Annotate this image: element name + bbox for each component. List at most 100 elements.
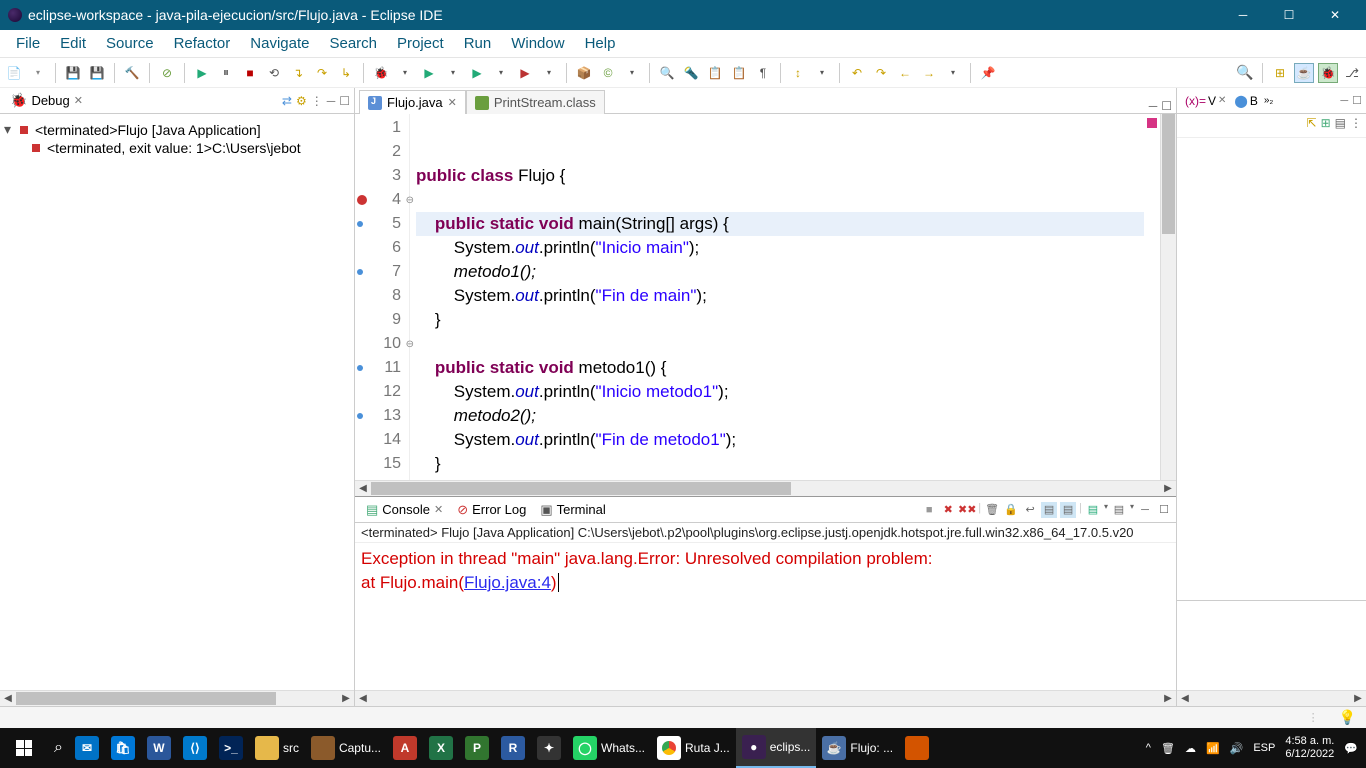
tray-lang[interactable]: ESP xyxy=(1253,742,1275,754)
scroll-lock-icon[interactable]: 🔒 xyxy=(1003,502,1019,518)
taskbar-vscode[interactable]: ⟨⟩ xyxy=(177,728,213,768)
menu-refactor[interactable]: Refactor xyxy=(164,31,241,56)
remove-launch-icon[interactable]: ✖ xyxy=(940,502,956,518)
close-icon[interactable]: ✕ xyxy=(448,96,457,109)
view-action-icon[interactable]: ⇄ xyxy=(282,94,292,108)
minimize-button[interactable]: ─ xyxy=(1220,0,1266,30)
new-package-icon[interactable]: 📦 xyxy=(574,63,594,83)
task-icon[interactable]: 📋 xyxy=(729,63,749,83)
menu-search[interactable]: Search xyxy=(319,31,387,56)
view-minimize-icon[interactable]: ─ xyxy=(327,94,336,108)
menu-help[interactable]: Help xyxy=(575,31,626,56)
tab-terminal[interactable]: ▣Terminal xyxy=(533,499,612,521)
git-perspective-icon[interactable]: ⎇ xyxy=(1342,63,1362,83)
close-button[interactable]: ✕ xyxy=(1312,0,1358,30)
menu-run[interactable]: Run xyxy=(454,31,502,56)
view-action-icon[interactable]: ⚙ xyxy=(296,94,307,108)
tray-battery-icon[interactable]: 🗑 xyxy=(1161,742,1175,755)
taskbar-store[interactable]: 🛍 xyxy=(105,728,141,768)
taskbar-app[interactable]: ●eclips... xyxy=(736,728,817,768)
tab-variables[interactable]: (x)=V ✕ xyxy=(1181,92,1230,110)
quick-access-icon[interactable]: 🔍 xyxy=(1235,63,1255,83)
show-stdout-icon[interactable]: ▤ xyxy=(1041,502,1057,518)
save-icon[interactable]: 💾 xyxy=(63,63,83,83)
view-maximize-icon[interactable]: ☐ xyxy=(1156,502,1172,518)
taskbar-app[interactable]: src xyxy=(249,728,305,768)
forward-icon[interactable]: ↷ xyxy=(871,63,891,83)
search-button[interactable]: ⌕ xyxy=(48,728,69,768)
terminate-icon[interactable]: ■ xyxy=(921,502,937,518)
skip-breakpoints-icon[interactable]: ⊘ xyxy=(157,63,177,83)
open-type-icon[interactable]: 🔍 xyxy=(657,63,677,83)
tray-notifications-icon[interactable]: 💬 xyxy=(1344,742,1358,755)
tray-clock[interactable]: 4:58 a. m.6/12/2022 xyxy=(1285,735,1334,761)
taskbar-app[interactable]: X xyxy=(423,728,459,768)
step-return-icon[interactable]: ↳ xyxy=(336,63,356,83)
view-menu-icon[interactable]: ⋮ xyxy=(311,94,323,108)
coverage-icon[interactable]: ▶ xyxy=(467,63,487,83)
view-menu-icon[interactable]: ⋮ xyxy=(1350,116,1362,135)
search-icon[interactable]: 🔦 xyxy=(681,63,701,83)
save-all-icon[interactable]: 💾 xyxy=(87,63,107,83)
menu-window[interactable]: Window xyxy=(501,31,574,56)
view-maximize-icon[interactable]: ☐ xyxy=(1352,94,1362,107)
view-minimize-icon[interactable]: ─ xyxy=(1340,95,1348,107)
view-minimize-icon[interactable]: ─ xyxy=(1137,502,1153,518)
menu-file[interactable]: File xyxy=(6,31,50,56)
tab-error-log[interactable]: ⊘Error Log xyxy=(450,499,533,521)
show-stderr-icon[interactable]: ▤ xyxy=(1060,502,1076,518)
next-icon[interactable]: → xyxy=(919,63,939,83)
debug-process-node[interactable]: <terminated, exit value: 1>C:\Users\jebo… xyxy=(4,139,350,157)
open-console-icon[interactable]: ▤ xyxy=(1085,502,1101,518)
stack-trace-link[interactable]: Flujo.java:4 xyxy=(464,573,551,592)
debug-hscroll[interactable]: ◀▶ xyxy=(0,690,354,706)
suspend-icon[interactable]: ⏸ xyxy=(216,63,236,83)
disconnect-icon[interactable]: ⟲ xyxy=(264,63,284,83)
prev-icon[interactable]: ← xyxy=(895,63,915,83)
perspective-open-icon[interactable]: ⊞ xyxy=(1270,63,1290,83)
code-content[interactable]: public class Flujo { public static void … xyxy=(410,114,1144,480)
remove-all-icon[interactable]: ✖✖ xyxy=(959,502,975,518)
taskbar-app[interactable]: ✦ xyxy=(531,728,567,768)
maximize-button[interactable]: ☐ xyxy=(1266,0,1312,30)
step-into-icon[interactable]: ↴ xyxy=(288,63,308,83)
collapse-icon[interactable]: ⇱ xyxy=(1307,116,1317,135)
menu-project[interactable]: Project xyxy=(387,31,454,56)
resume-icon[interactable]: ▶ xyxy=(192,63,212,83)
taskbar-app[interactable]: ◯Whats... xyxy=(567,728,651,768)
taskbar-powershell[interactable]: >_ xyxy=(213,728,249,768)
tray-volume-icon[interactable]: 🔊 xyxy=(1230,742,1244,755)
console-hscroll[interactable]: ◀▶ xyxy=(355,690,1176,706)
close-icon[interactable]: ✕ xyxy=(74,94,83,107)
taskbar-app[interactable] xyxy=(899,728,935,768)
view-layout-icon[interactable]: ▤ xyxy=(1335,116,1346,135)
tab-printstream-class[interactable]: PrintStream.class xyxy=(466,90,605,114)
tray-onedrive-icon[interactable]: ☁ xyxy=(1185,742,1196,755)
java-perspective-icon[interactable]: ☕ xyxy=(1294,63,1314,83)
display-icon[interactable]: ▤ xyxy=(1111,502,1127,518)
debug-tab[interactable]: 🐞 Debug ✕ xyxy=(4,89,89,112)
editor-maximize-icon[interactable]: ☐ xyxy=(1161,99,1172,113)
clear-icon[interactable]: 🗑 xyxy=(984,502,1000,518)
taskbar-app[interactable]: Ruta J... xyxy=(651,728,736,768)
debug-dropdown-icon[interactable]: 🐞 xyxy=(371,63,391,83)
variables-hscroll[interactable]: ◀▶ xyxy=(1177,690,1366,706)
tray-chevron-icon[interactable]: ^ xyxy=(1146,742,1151,754)
taskbar-app[interactable]: R xyxy=(495,728,531,768)
editor-minimize-icon[interactable]: ─ xyxy=(1149,99,1158,113)
tab-breakpoints[interactable]: ⬤B xyxy=(1230,92,1261,110)
step-over-icon[interactable]: ↷ xyxy=(312,63,332,83)
debug-launch-node[interactable]: ▾ <terminated>Flujo [Java Application] xyxy=(4,120,350,139)
menu-edit[interactable]: Edit xyxy=(50,31,96,56)
menu-navigate[interactable]: Navigate xyxy=(240,31,319,56)
ext-tools-icon[interactable]: ▶ xyxy=(515,63,535,83)
taskbar-app[interactable]: P xyxy=(459,728,495,768)
tray-wifi-icon[interactable]: 📶 xyxy=(1206,742,1220,755)
taskbar-app[interactable]: A xyxy=(387,728,423,768)
taskbar-app[interactable]: Captu... xyxy=(305,728,387,768)
tip-icon[interactable]: 💡 xyxy=(1339,709,1356,726)
code-editor[interactable]: 1234⊖5678910⊖1112131415 public class Flu… xyxy=(355,114,1176,480)
system-tray[interactable]: ^ 🗑 ☁ 📶 🔊 ESP 4:58 a. m.6/12/2022 💬 xyxy=(1138,735,1366,761)
new-icon[interactable]: 📄 xyxy=(4,63,24,83)
toggle-icon[interactable]: ¶ xyxy=(753,63,773,83)
